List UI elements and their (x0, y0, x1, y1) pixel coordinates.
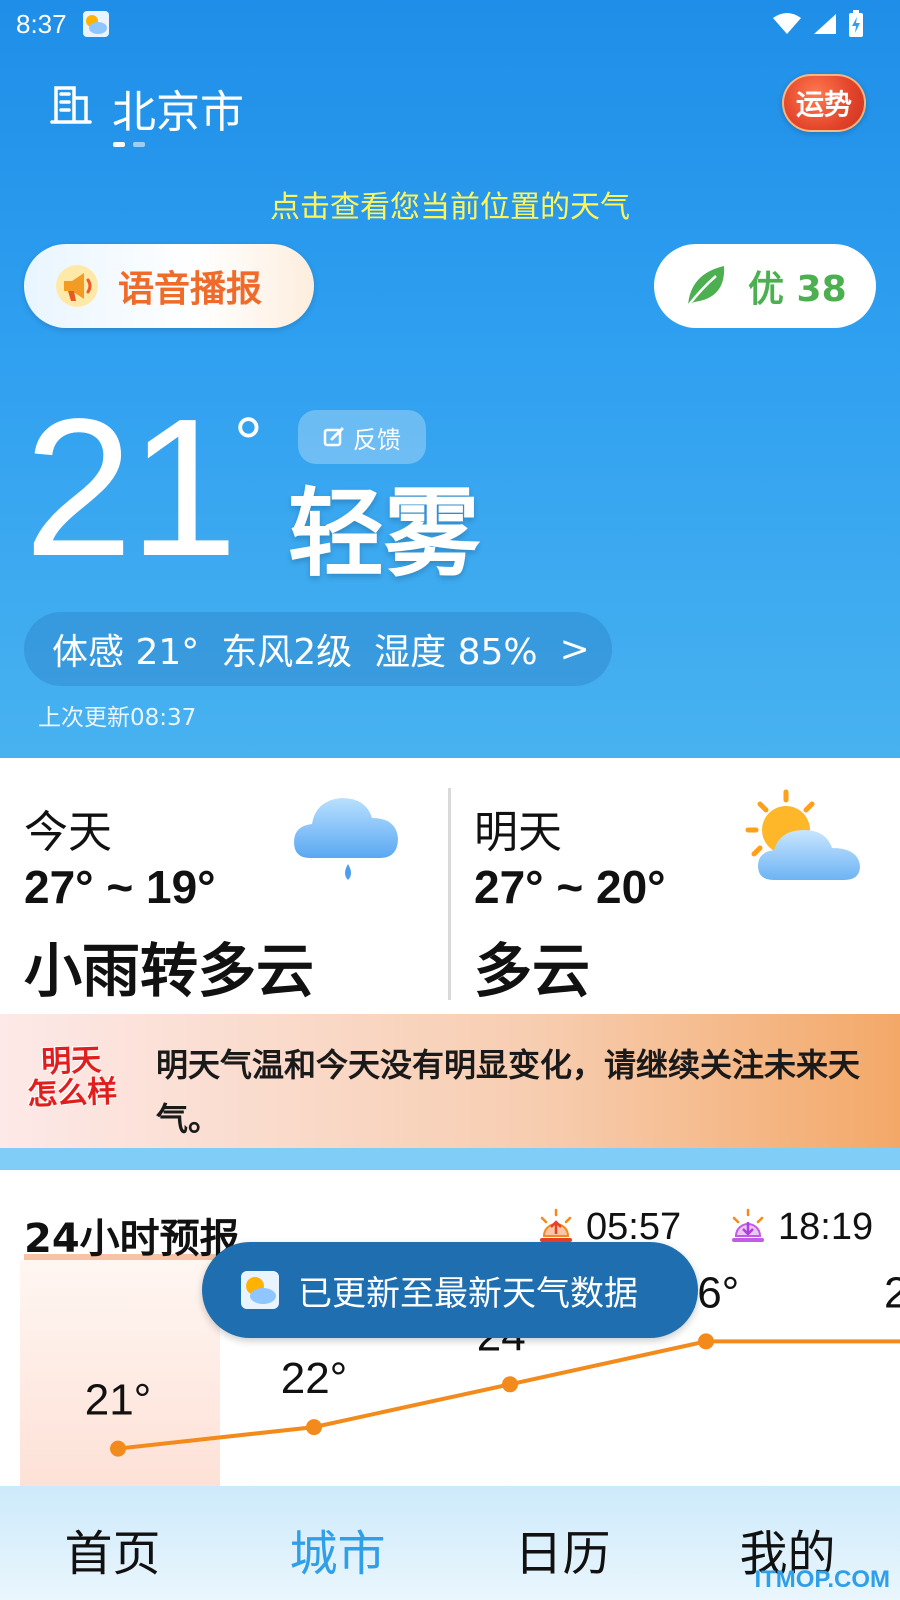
weather-notification-icon (83, 11, 109, 37)
page-dot-active (113, 142, 125, 147)
watermark: ITMOP.COM (754, 1566, 890, 1593)
temperature-point (110, 1440, 126, 1457)
fortune-button[interactable]: 运势 (782, 74, 866, 132)
status-bar: 8:37 (0, 0, 900, 48)
nav-home[interactable]: 首页 (0, 1514, 225, 1584)
city-building-icon[interactable] (50, 82, 92, 126)
weather-app-icon (241, 1271, 279, 1309)
update-toast: 已更新至最新天气数据 (202, 1242, 698, 1338)
temperature-point (698, 1333, 714, 1350)
voice-broadcast-label: 语音播报 (118, 269, 263, 310)
sun-cloud-icon (745, 789, 860, 880)
battery-icon (849, 10, 863, 37)
humidity: 湿度 85% (374, 632, 538, 673)
voice-broadcast-button[interactable]: 语音播报 (24, 244, 314, 328)
feedback-button[interactable]: 反馈 (298, 410, 426, 464)
section-separator (0, 1148, 900, 1170)
air-quality-button[interactable]: 优 38 (654, 244, 876, 328)
two-day-forecast: 今天 27° ~ 19° 小雨转多云 明天 27° ~ 20° 多云 (0, 758, 900, 1014)
city-page-indicator (113, 142, 145, 147)
tomorrow-card[interactable]: 明天 27° ~ 20° 多云 (450, 758, 900, 1014)
nav-calendar[interactable]: 日历 (450, 1514, 675, 1584)
temperature-label: 2 (884, 1268, 900, 1317)
status-icons (772, 10, 864, 38)
chevron-right-icon: > (559, 628, 590, 670)
today-label: 今天 (24, 807, 112, 858)
toast-text: 已更新至最新天气数据 (298, 1273, 638, 1314)
wind: 东风2级 (221, 632, 353, 673)
rain-cloud-icon (294, 798, 398, 880)
tomorrow-summary-banner[interactable]: 明天 怎么样 明天气温和今天没有明显变化，请继续关注未来天气。 (0, 1014, 900, 1148)
status-time: 8:37 (16, 9, 67, 39)
edit-icon (323, 427, 344, 447)
today-card[interactable]: 今天 27° ~ 19° 小雨转多云 (0, 758, 450, 1014)
today-condition: 小雨转多云 (24, 937, 315, 1005)
signal-icon (814, 14, 836, 34)
current-temperature: 21 (24, 378, 238, 597)
tomorrow-condition: 多云 (474, 937, 591, 1005)
locate-tip-link[interactable]: 点击查看您当前位置的天气 (0, 182, 900, 226)
tomorrow-badge: 明天 怎么样 (17, 1043, 128, 1124)
temperature-label: 21° (85, 1376, 152, 1425)
badge-line-2: 怎么样 (26, 1074, 118, 1113)
temperature-point (306, 1419, 322, 1436)
page-dot (133, 142, 145, 147)
megaphone-icon (56, 265, 98, 307)
tomorrow-label: 明天 (474, 807, 562, 858)
degree-symbol: ° (234, 404, 263, 484)
weather-details-button[interactable]: 体感 21° 东风2级 湿度 85% > (24, 612, 612, 686)
header: 北京市 运势 (0, 70, 900, 160)
feels-like: 体感 21° (52, 632, 200, 673)
tomorrow-summary-text: 明天气温和今天没有明显变化，请继续关注未来天气。 (156, 1046, 861, 1138)
temperature-label: 22° (281, 1354, 348, 1403)
air-quality-label: 优 38 (748, 269, 847, 310)
nav-city[interactable]: 城市 (225, 1514, 450, 1584)
today-temp-range: 27° ~ 19° (24, 861, 216, 913)
tomorrow-temp-range: 27° ~ 20° (474, 861, 666, 913)
last-updated: 上次更新08:37 (38, 705, 197, 731)
city-name[interactable]: 北京市 (112, 76, 244, 140)
leaf-icon (687, 266, 725, 307)
current-weather-panel: 8:37 北京市 运势 点击查看您当前位置的天气 语音播报 优 38 21 ° … (0, 0, 900, 758)
current-condition: 轻雾 (288, 478, 480, 590)
temperature-point (502, 1376, 518, 1393)
feedback-label: 反馈 (353, 425, 401, 454)
wifi-icon (773, 13, 801, 34)
